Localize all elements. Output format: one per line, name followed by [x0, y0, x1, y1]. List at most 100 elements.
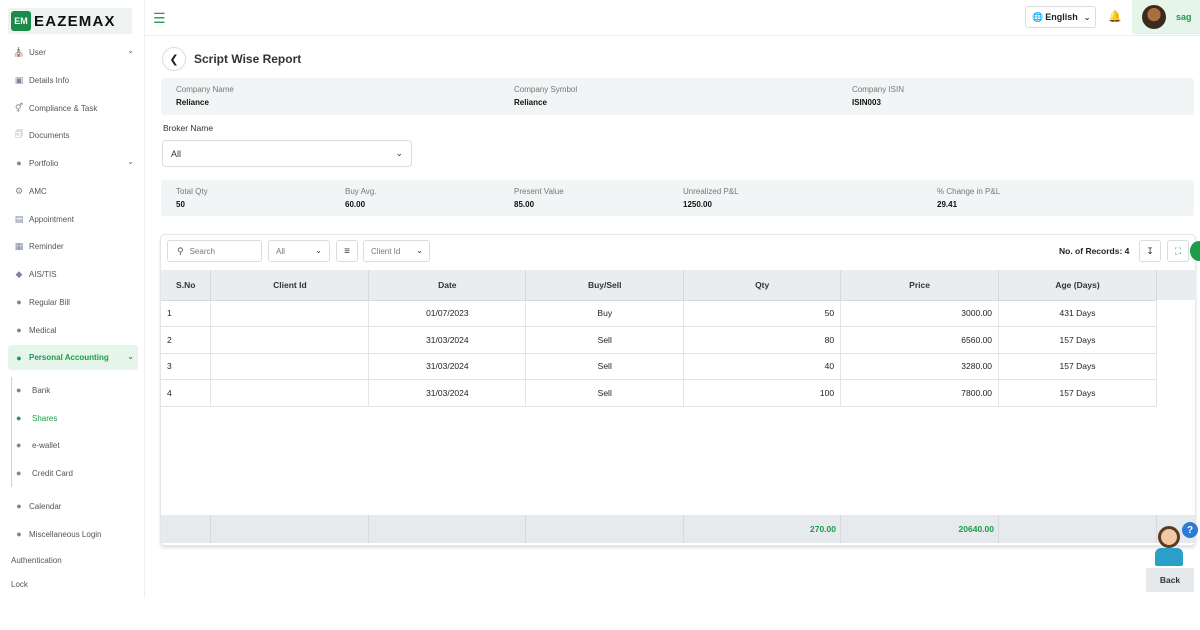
sidebar-item-label: Personal Accounting: [29, 353, 109, 362]
table-row[interactable]: 3 31/03/2024 Sell 40 3280.00 157 Days: [161, 353, 1157, 380]
sidebar-item-label: Credit Card: [32, 468, 73, 478]
sidebar-item-ais-tis[interactable]: ◆ AIS/TIS: [8, 263, 138, 285]
assistant-head: [1158, 526, 1180, 548]
brand-logo[interactable]: EM EAZEMAX: [8, 8, 132, 34]
field-label: Unrealized P&L: [683, 187, 739, 196]
report-table: S.No Client Id Date Buy/Sell Qty Price A…: [161, 270, 1157, 407]
field-label: % Change in P&L: [937, 187, 1001, 196]
field-value: 85.00: [514, 200, 535, 209]
sidebar-subitem-e-wallet[interactable]: ● e-wallet: [16, 435, 136, 455]
sidebar-subitem-shares[interactable]: ● Shares: [16, 408, 136, 428]
sidebar-item-reminder[interactable]: ▦ Reminder: [8, 235, 138, 257]
column-header[interactable]: Date: [368, 270, 527, 301]
field-value: 60.00: [345, 200, 366, 209]
column-header[interactable]: Age (Days): [998, 270, 1157, 301]
logo-text: EAZEMAX: [34, 12, 116, 30]
logo-mark: EM: [11, 11, 31, 31]
unrealized-pl-field: Unrealized P&L 1250.00: [683, 187, 739, 209]
column-header[interactable]: Client Id: [210, 270, 370, 301]
user-check-icon: ●: [16, 385, 22, 395]
cell-qty: 50: [683, 300, 842, 327]
field-value: 29.41: [937, 200, 958, 209]
sidebar-subitem-bank[interactable]: ● Bank: [16, 380, 136, 400]
cell-client-id: [210, 379, 370, 407]
user-check-icon: ●: [16, 413, 22, 423]
fullscreen-button[interactable]: ⛶: [1167, 240, 1189, 262]
table-row[interactable]: 2 31/03/2024 Sell 80 6560.00 157 Days: [161, 326, 1157, 354]
footer-cell: [211, 515, 369, 543]
sidebar-item-regular-bill[interactable]: ● Regular Bill: [8, 291, 138, 313]
sidebar-item-compliance[interactable]: ⚥ Compliance & Task: [8, 97, 138, 119]
sidebar-item-personal-accounting[interactable]: ● Personal Accounting ⌄: [8, 345, 138, 370]
sidebar-item-amc[interactable]: ⚙ AMC: [8, 180, 138, 202]
hamburger-icon[interactable]: ☰: [153, 10, 166, 27]
export-button[interactable]: ↧: [1139, 240, 1161, 262]
user-menu[interactable]: sag: [1132, 0, 1200, 34]
sidebar-item-appointment[interactable]: ▤ Appointment: [8, 208, 138, 230]
cell-client-id: [210, 300, 370, 327]
field-value: Reliance: [176, 98, 209, 107]
sidebar-item-portfolio[interactable]: ● Portfolio ⌄: [8, 152, 138, 174]
cell-date: 31/03/2024: [368, 353, 527, 380]
column-header[interactable]: Qty: [683, 270, 842, 301]
back-button[interactable]: ❮: [162, 47, 186, 71]
question-icon[interactable]: ?: [1182, 522, 1198, 538]
chevron-down-icon: ⌄: [315, 246, 322, 255]
client-id-select[interactable]: Client Id ⌄: [363, 240, 430, 262]
cell-date: 31/03/2024: [368, 326, 527, 354]
table-row[interactable]: 1 01/07/2023 Buy 50 3000.00 431 Days: [161, 300, 1157, 327]
bell-icon[interactable]: 🔔: [1108, 10, 1122, 23]
footer-cell: [526, 515, 684, 543]
user-check-icon: ●: [16, 468, 22, 478]
user-check-icon: ●: [16, 501, 22, 511]
field-value: 50: [176, 200, 185, 209]
user-name: sag: [1176, 12, 1192, 22]
sidebar-subitem-credit-card[interactable]: ● Credit Card: [16, 463, 136, 483]
sidebar-item-label: AIS/TIS: [29, 269, 57, 279]
cog-icon: ⚙: [14, 185, 24, 196]
footer-cell: [999, 515, 1157, 543]
language-select[interactable]: 🌐 English ⌄: [1025, 6, 1096, 28]
file-icon: ▤: [14, 213, 24, 224]
column-header[interactable]: Price: [840, 270, 1000, 301]
user-check-icon: ●: [16, 352, 22, 363]
back-bottom-button[interactable]: Back: [1146, 568, 1194, 592]
sidebar-item-details-info[interactable]: ▣ Details Info: [8, 69, 138, 91]
field-label: Present Value: [514, 187, 564, 196]
sidebar-item-misc-login[interactable]: ● Miscellaneous Login: [8, 523, 138, 545]
column-header[interactable]: S.No: [161, 270, 212, 301]
sidebar-item-label: Regular Bill: [29, 297, 70, 307]
chevron-down-icon: ⌄: [127, 352, 134, 361]
footer-cell: [161, 515, 211, 543]
cell-sno: 1: [161, 300, 212, 327]
help-assistant[interactable]: ? Back: [1146, 522, 1198, 592]
filter-button[interactable]: ≡: [336, 240, 358, 262]
all-select[interactable]: All ⌄: [268, 240, 330, 262]
sidebar-item-authentication[interactable]: Authentication: [11, 556, 62, 565]
cell-date: 31/03/2024: [368, 379, 527, 407]
id-card-icon: ▣: [14, 74, 24, 85]
sidebar-item-calendar[interactable]: ● Calendar: [8, 495, 138, 517]
sidebar-item-label: Compliance & Task: [29, 103, 98, 113]
sidebar-item-user[interactable]: ⛪ User ⌄: [8, 41, 138, 63]
present-value-field: Present Value 85.00: [514, 187, 564, 209]
summary-strip: Total Qty 50 Buy Avg. 60.00 Present Valu…: [161, 180, 1194, 216]
field-value: Reliance: [514, 98, 547, 107]
field-label: Buy Avg.: [345, 187, 377, 196]
top-bar: ☰ 🌐 English ⌄ 🔔 sag: [145, 0, 1200, 36]
broker-select[interactable]: All ⌄: [162, 140, 412, 167]
company-symbol-field: Company Symbol Reliance: [514, 85, 577, 107]
table-row[interactable]: 4 31/03/2024 Sell 100 7800.00 157 Days: [161, 379, 1157, 407]
table-header-filler: [1157, 270, 1196, 300]
footer-qty-total: 270.00: [684, 515, 841, 543]
sidebar-item-documents[interactable]: 🗊 Documents: [8, 124, 138, 146]
column-header[interactable]: Buy/Sell: [525, 270, 685, 301]
sidebar-item-label: User: [29, 47, 46, 57]
fullscreen-icon: ⛶: [1174, 245, 1182, 256]
avatar: [1142, 5, 1166, 29]
sidebar-item-lock[interactable]: Lock: [11, 580, 28, 589]
search-input[interactable]: ⚲ Search: [167, 240, 262, 262]
cell-age: 431 Days: [998, 300, 1157, 327]
buy-avg-field: Buy Avg. 60.00: [345, 187, 376, 209]
sidebar-item-medical[interactable]: ● Medical: [8, 319, 138, 341]
